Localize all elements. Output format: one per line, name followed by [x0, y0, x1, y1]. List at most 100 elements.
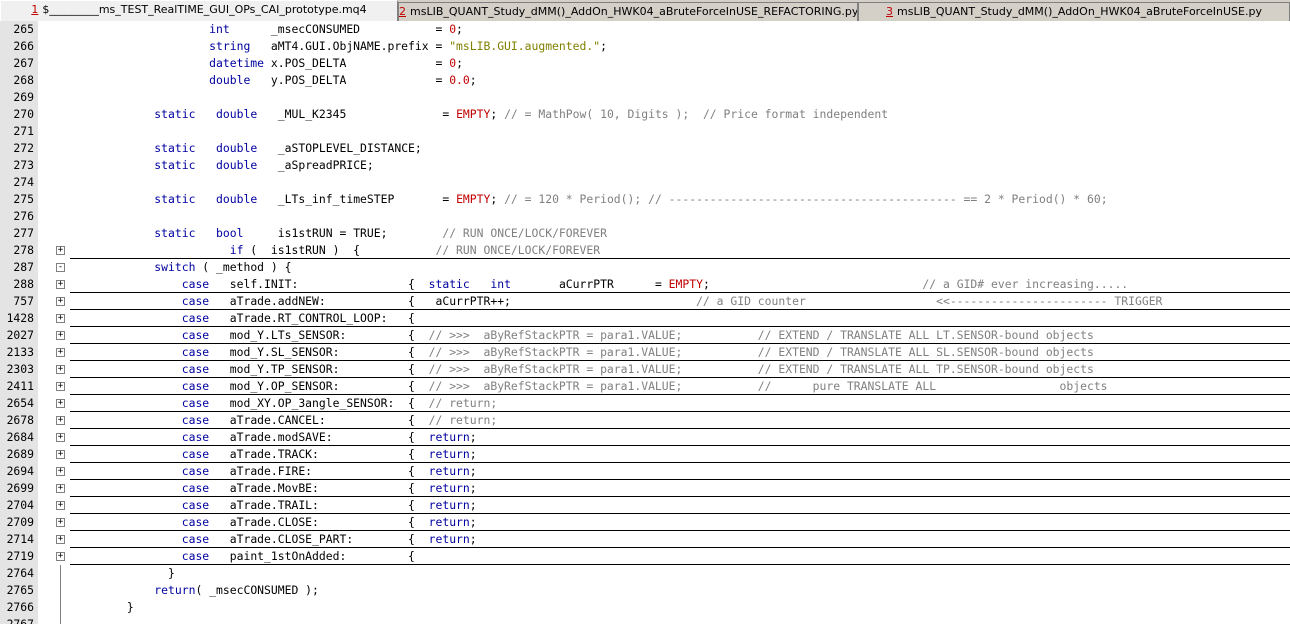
code-line: 2027 + case mod_Y.LTs_SENSOR: { // >>> aB… [0, 327, 1290, 344]
line-source[interactable]: static double _aSpreadPRICE; [72, 157, 373, 174]
line-source[interactable]: case mod_Y.LTs_SENSOR: { // >>> aByRefSt… [72, 327, 1094, 344]
line-source[interactable]: if ( is1stRUN ) { // RUN ONCE/LOCK/FOREV… [72, 242, 600, 259]
fold-expand-icon[interactable]: + [56, 297, 65, 306]
fold-expand-icon[interactable]: + [56, 450, 65, 459]
fold-expand-icon[interactable]: + [56, 518, 65, 527]
fold-expand-icon[interactable]: + [56, 501, 65, 510]
code-token: case [181, 413, 210, 427]
line-source[interactable]: case aTrade.CLOSE_PART: { return; [72, 531, 477, 548]
code-line: 2684 + case aTrade.modSAVE: { return; [0, 429, 1290, 446]
code-editor[interactable]: 265 int _msecCONSUMED = 0; 266 string aMT… [0, 21, 1290, 624]
line-source[interactable]: case mod_Y.SL_SENSOR: { // >>> aByRefSta… [72, 344, 1094, 361]
line-number: 2719 [6, 549, 34, 563]
fold-expand-icon[interactable]: + [56, 399, 65, 408]
line-source[interactable]: static double _aSTOPLEVEL_DISTANCE; [72, 140, 421, 157]
code-token: ; [469, 498, 477, 512]
code-token: EMPTY [456, 192, 491, 206]
line-source[interactable]: case aTrade.TRACK: { return; [72, 446, 477, 463]
fold-expand-icon[interactable]: + [56, 535, 65, 544]
code-line: 273 static double _aSpreadPRICE; [0, 157, 1290, 174]
code-token: int [209, 22, 230, 36]
code-token: y.POS_DELTA = [250, 73, 450, 87]
code-token: ( is1stRUN ) { [243, 243, 436, 257]
tab-file-3[interactable]: 3 msLIB_QUANT_Study_dMM()_AddOn_HWK04_aBr… [858, 2, 1290, 21]
line-number: 265 [13, 22, 34, 36]
line-source[interactable]: case mod_Y.OP_SENSOR: { // >>> aByRefSta… [72, 378, 1108, 395]
code-line: 2699 + case aTrade.MovBE: { return; [0, 480, 1290, 497]
fold-expand-icon[interactable]: + [56, 348, 65, 357]
line-source[interactable]: case aTrade.CLOSE: { return; [72, 514, 477, 531]
code-token: case [181, 277, 210, 291]
fold-expand-icon[interactable]: + [56, 365, 65, 374]
fold-expand-icon[interactable]: + [56, 382, 65, 391]
code-token: aTrade.TRACK: { [209, 447, 429, 461]
code-token: int [490, 277, 511, 291]
line-number: 757 [13, 294, 34, 308]
line-source[interactable]: case aTrade.addNEW: { aCurrPTR++; // a G… [72, 293, 1163, 310]
fold-expand-icon[interactable]: + [56, 246, 65, 255]
tab-file-2[interactable]: 2 msLIB_QUANT_Study_dMM()_AddOn_HWK04_aBr… [398, 2, 858, 21]
fold-expand-icon[interactable]: + [56, 416, 65, 425]
line-source[interactable]: case mod_XY.OP_3angle_SENSOR: { // retur… [72, 395, 497, 412]
code-token: aTrade.MovBE: { [209, 481, 429, 495]
line-source[interactable]: case aTrade.TRAIL: { return; [72, 497, 477, 514]
tab-title: $_________ms_TEST_RealTIME_GUI_OPs_CAI_p… [42, 3, 367, 16]
line-source[interactable]: case aTrade.RT_CONTROL_LOOP: { [72, 310, 415, 327]
fold-collapse-icon[interactable]: - [56, 263, 65, 272]
line-source[interactable]: static bool is1stRUN = TRUE; // RUN ONCE… [72, 225, 607, 242]
fold-expand-icon[interactable]: + [56, 467, 65, 476]
line-source[interactable]: datetime x.POS_DELTA = 0; [72, 55, 463, 72]
line-source[interactable]: case paint_1stOnAdded: { [72, 548, 415, 565]
code-token: aCurrPTR = [510, 277, 669, 291]
fold-guide-line [60, 582, 61, 599]
code-token: _LTs_inf_timeSTEP = [257, 192, 457, 206]
line-source[interactable]: } [72, 565, 175, 582]
line-source[interactable]: static double _LTs_inf_timeSTEP = EMPTY;… [72, 191, 1107, 208]
fold-expand-icon[interactable]: + [56, 331, 65, 340]
fold-expand-icon[interactable]: + [56, 314, 65, 323]
code-token: aTrade.FIRE: { [209, 464, 429, 478]
line-source[interactable]: case aTrade.modSAVE: { return; [72, 429, 477, 446]
code-token: ; [456, 22, 463, 36]
line-source[interactable]: int _msecCONSUMED = 0; [72, 21, 463, 38]
code-token: mod_Y.SL_SENSOR: { [209, 345, 429, 359]
line-source[interactable]: static double _MUL_K2345 = EMPTY; // = M… [72, 106, 888, 123]
line-source[interactable]: } [72, 599, 134, 616]
line-source[interactable]: case aTrade.CANCEL: { // return; [72, 412, 497, 429]
code-token: x.POS_DELTA = [264, 56, 450, 70]
line-source[interactable]: switch ( _method ) { [72, 259, 291, 276]
code-token: static [154, 192, 196, 206]
line-source[interactable]: case aTrade.FIRE: { return; [72, 463, 477, 480]
fold-expand-icon[interactable]: + [56, 433, 65, 442]
line-source[interactable]: case mod_Y.TP_SENSOR: { // >>> aByRefSta… [72, 361, 1094, 378]
code-token: double [209, 73, 251, 87]
line-source[interactable]: case aTrade.MovBE: { return; [72, 480, 477, 497]
fold-expand-icon[interactable]: + [56, 280, 65, 289]
code-token: ; [469, 532, 477, 546]
line-source[interactable]: string aMT4.GUI.ObjNAME.prefix = "msLIB.… [72, 38, 607, 55]
code-token: return [428, 498, 470, 512]
code-token: return [428, 481, 470, 495]
code-token: double [216, 192, 258, 206]
code-token: double [216, 107, 258, 121]
line-source[interactable]: return( _msecCONSUMED ); [72, 582, 319, 599]
line-source[interactable]: case self.INIT: { static int aCurrPTR = … [72, 276, 1128, 293]
tab-file-1[interactable]: 1 $_________ms_TEST_RealTIME_GUI_OPs_CAI_… [0, 0, 398, 21]
fold-expand-icon[interactable]: + [56, 484, 65, 493]
line-source[interactable]: double y.POS_DELTA = 0.0; [72, 72, 476, 89]
code-token: static [154, 226, 196, 240]
line-number: 1428 [6, 311, 34, 325]
code-line: 2678 + case aTrade.CANCEL: { // return; [0, 412, 1290, 429]
line-number: 273 [13, 158, 34, 172]
line-number: 287 [13, 260, 34, 274]
fold-guide-line [60, 565, 61, 582]
code-token: // RUN ONCE/LOCK/FOREVER [435, 243, 601, 257]
fold-expand-icon[interactable]: + [56, 552, 65, 561]
